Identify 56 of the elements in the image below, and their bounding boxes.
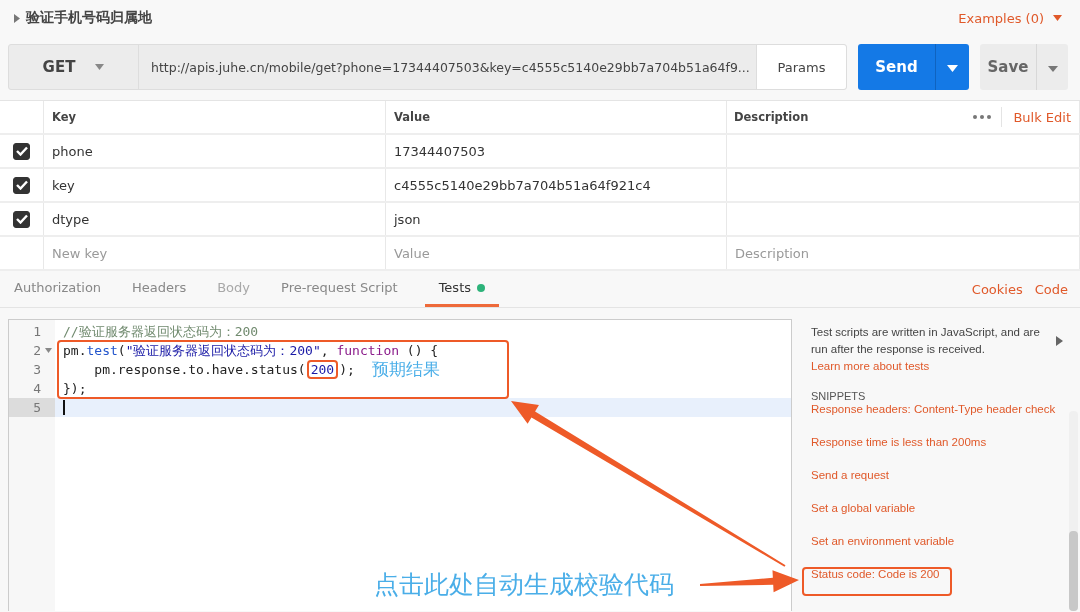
snippet-link[interactable]: Response headers: Content-Type header check: [811, 401, 1056, 418]
text-cursor: [63, 400, 65, 415]
table-cell: key: [44, 169, 386, 201]
checkbox[interactable]: [13, 210, 30, 228]
table-cell: dtype: [44, 203, 386, 235]
caret-icon: [1053, 15, 1062, 21]
column-header: Description: [734, 110, 810, 124]
code-line: pm.response.to.have.status( 200 );: [93, 362, 355, 377]
key-field[interactable]: New key: [44, 237, 386, 269]
send-options-button[interactable]: [934, 44, 969, 90]
save-button[interactable]: Save: [979, 44, 1036, 90]
snippets-heading: SNIPPETS: [811, 390, 867, 402]
table-cell: phone: [44, 135, 386, 167]
link[interactable]: Code: [1034, 271, 1068, 307]
caret-icon: [946, 64, 958, 72]
annotation-text: 点击此处自动生成校验代码: [374, 569, 674, 601]
scrollbar[interactable]: [1069, 411, 1078, 611]
line-number: 3: [33, 362, 41, 377]
description-field[interactable]: Description: [727, 237, 1080, 269]
line-number: 2: [33, 343, 41, 358]
more-icon[interactable]: [973, 115, 992, 119]
tab[interactable]: Authorization: [10, 271, 106, 307]
snippet-link[interactable]: Set a global variable: [811, 500, 916, 517]
tab[interactable]: Tests: [424, 271, 499, 307]
bulk-edit-link[interactable]: Bulk Edit: [1001, 107, 1079, 127]
help-description: Test scripts are written in JavaScript, and are run after the response is received.: [811, 325, 1041, 357]
column-header: Value: [386, 101, 727, 133]
fold-icon[interactable]: [44, 348, 52, 353]
send-button[interactable]: Send: [858, 44, 935, 90]
table-cell: 17344407503: [386, 135, 727, 167]
snippet-link[interactable]: Set an environment variable: [811, 533, 955, 550]
request-title: 验证手机号码归属地: [26, 9, 152, 27]
line-number: 1: [33, 324, 41, 339]
learn-more-link[interactable]: Learn more about tests: [811, 360, 930, 372]
annotation-text: 预期结果: [372, 358, 440, 381]
line-number: 4: [33, 381, 41, 396]
snippet-link[interactable]: Send a request: [811, 467, 889, 484]
table-cell: json: [386, 203, 727, 235]
snippet-link[interactable]: Response time is less than 200ms: [811, 434, 987, 451]
examples-dropdown[interactable]: Examples (0): [958, 10, 1062, 26]
expand-icon[interactable]: [14, 13, 20, 23]
checkbox[interactable]: [13, 176, 30, 194]
snippet-link[interactable]: Status code: Code is 200: [811, 566, 940, 583]
column-header: Key: [44, 101, 386, 133]
tab[interactable]: Headers: [128, 271, 191, 307]
checkbox[interactable]: [13, 142, 30, 160]
line-number: 5: [33, 400, 41, 415]
caret-icon: [1047, 65, 1058, 72]
code-line: });: [63, 381, 87, 396]
code-line: pm.test("验证服务器返回状态码为：200", function () {: [63, 341, 439, 360]
tab[interactable]: Pre-request Script: [277, 271, 402, 307]
table-cell: c4555c5140e29bb7a704b51a64f921c4: [386, 169, 727, 201]
link[interactable]: Cookies: [971, 271, 1023, 307]
collapse-icon[interactable]: [1056, 336, 1063, 346]
value-field[interactable]: Value: [386, 237, 727, 269]
code-line: //验证服务器返回状态码为：200: [63, 322, 259, 341]
